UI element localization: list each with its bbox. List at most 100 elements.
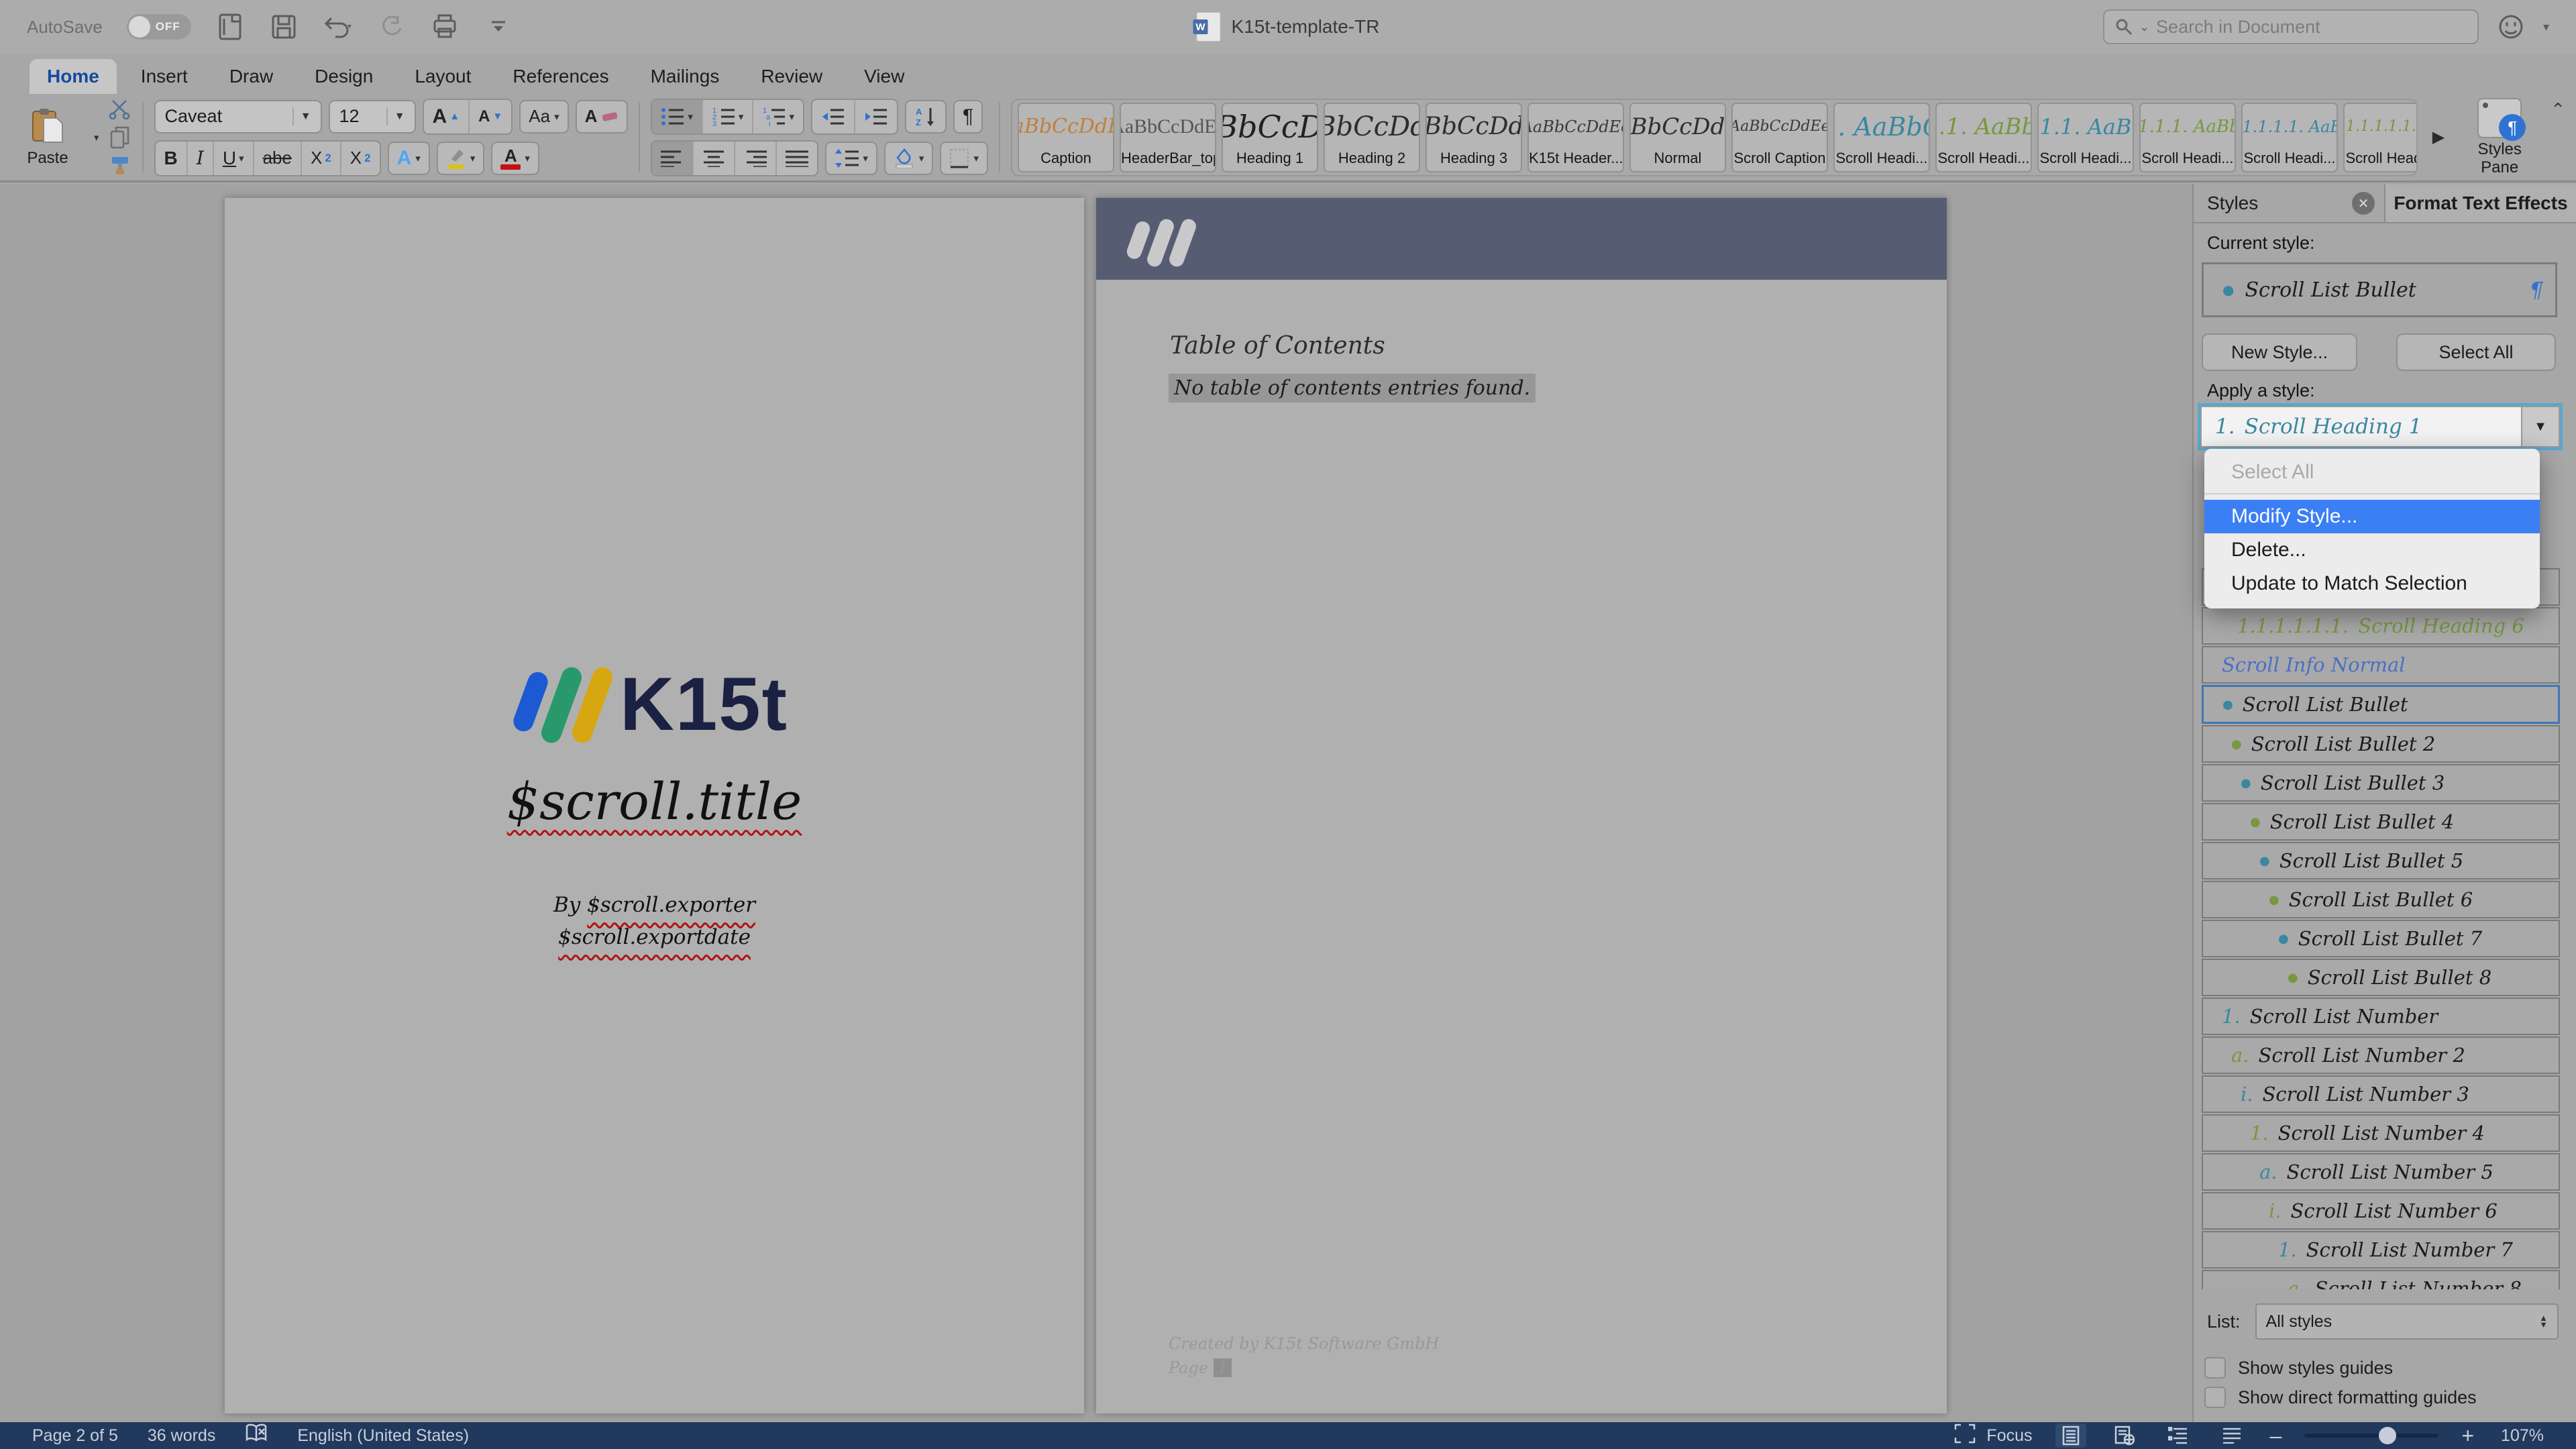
focus-label[interactable]: Focus — [1986, 1426, 2032, 1446]
underline-button[interactable]: U▾ — [214, 142, 254, 175]
gallery-style-item[interactable]: 1.1.1.1.1.1. AaEScroll Headi... — [2343, 103, 2418, 172]
style-list-item[interactable]: ●Scroll List Bullet 3 — [2202, 764, 2560, 802]
zoom-slider[interactable] — [2304, 1434, 2438, 1438]
gallery-style-item[interactable]: AaBbCcDdEeCaption — [1018, 103, 1114, 172]
outline-view-button[interactable] — [2163, 1424, 2194, 1448]
tab-draw[interactable]: Draw — [212, 59, 290, 94]
tab-home[interactable]: Home — [30, 59, 117, 94]
zoom-out-button[interactable]: – — [2270, 1424, 2282, 1448]
document-page-2[interactable]: Table of Contents No table of contents e… — [1096, 198, 1947, 1413]
cover-title-field[interactable]: $scroll.title — [225, 771, 1084, 831]
strikethrough-button[interactable]: abe — [254, 142, 302, 175]
gallery-style-item[interactable]: 1.1.1.1. AaBbCScroll Headi... — [2139, 103, 2236, 172]
draft-view-button[interactable] — [2216, 1424, 2247, 1448]
page-indicator[interactable]: Page 2 of 5 — [32, 1426, 118, 1446]
clear-formatting-button[interactable]: A — [576, 100, 629, 133]
collapse-ribbon-icon[interactable]: ⌃ — [2551, 99, 2565, 120]
new-style-button[interactable]: New Style... — [2202, 333, 2357, 371]
numbered-list-button[interactable]: 123 ▾ — [703, 100, 754, 133]
zoom-in-button[interactable]: + — [2461, 1424, 2474, 1448]
show-paragraph-marks-button[interactable]: ¶ — [953, 100, 983, 133]
tab-review[interactable]: Review — [743, 59, 840, 94]
show-styles-guides-checkbox[interactable] — [2204, 1357, 2226, 1379]
bullet-list-button[interactable]: ▾ — [652, 100, 703, 133]
subscript-button[interactable]: X2 — [302, 142, 341, 175]
print-icon[interactable] — [430, 12, 460, 42]
tab-insert[interactable]: Insert — [123, 59, 205, 94]
toc-heading[interactable]: Table of Contents — [1170, 332, 1385, 360]
language-indicator[interactable]: English (United States) — [297, 1426, 469, 1446]
tab-references[interactable]: References — [495, 59, 626, 94]
copy-icon[interactable] — [110, 126, 130, 149]
tab-mailings[interactable]: Mailings — [633, 59, 737, 94]
apply-style-combo[interactable]: 1. Scroll Heading 1 ▼ — [2200, 406, 2560, 447]
search-input[interactable]: ⌄ Search in Document — [2103, 9, 2479, 44]
style-list-item[interactable]: i.Scroll List Number 6 — [2202, 1192, 2560, 1230]
style-list-item[interactable]: a.Scroll List Number 5 — [2202, 1153, 2560, 1191]
italic-button[interactable]: I — [188, 142, 214, 175]
increase-indent-button[interactable] — [855, 100, 897, 133]
justify-button[interactable] — [777, 142, 817, 175]
borders-button[interactable]: ▾ — [940, 142, 988, 175]
smiley-dropdown-icon[interactable]: ▾ — [2543, 20, 2549, 34]
font-name-dropdown-icon[interactable]: ▼ — [292, 107, 311, 126]
focus-icon[interactable] — [1954, 1424, 1976, 1448]
gallery-expand-icon[interactable]: ▶ — [2428, 127, 2449, 147]
menu-item-modify-style[interactable]: Modify Style... — [2204, 500, 2540, 533]
font-color-button[interactable]: A ▾ — [491, 142, 539, 175]
style-list-item[interactable]: Scroll Info Normal — [2202, 646, 2560, 684]
gallery-style-item[interactable]: AaBbCcDdEeHeading 2 — [1324, 103, 1420, 172]
toc-empty-field[interactable]: No table of contents entries found. — [1169, 374, 1536, 402]
web-layout-view-button[interactable] — [2109, 1424, 2140, 1448]
document-canvas[interactable]: K15t $scroll.title By $scroll.exporter $… — [0, 184, 2192, 1422]
combo-dropdown-icon[interactable]: ▼ — [2521, 407, 2559, 446]
document-page-1[interactable]: K15t $scroll.title By $scroll.exporter $… — [225, 198, 1084, 1413]
customize-toolbar-icon[interactable] — [484, 12, 513, 42]
save-icon[interactable] — [269, 12, 299, 42]
list-filter-select[interactable]: All styles ▲▼ — [2255, 1303, 2559, 1340]
gallery-style-item[interactable]: AaBbCcDdEeHeaderBar_top — [1120, 103, 1216, 172]
bold-button[interactable]: B — [156, 142, 188, 175]
spelling-status-icon[interactable] — [245, 1424, 268, 1448]
gallery-style-item[interactable]: 1. AaBbCScroll Headi... — [1833, 103, 1930, 172]
close-pane-icon[interactable]: ✕ — [2352, 192, 2375, 215]
style-list-item[interactable]: 1.Scroll List Number 4 — [2202, 1114, 2560, 1152]
style-list-item[interactable]: a.Scroll List Number 8 — [2202, 1270, 2560, 1289]
align-right-button[interactable] — [735, 142, 777, 175]
gallery-style-item[interactable]: AaBbCcDdEeNormal — [1629, 103, 1726, 172]
tab-format-text-effects[interactable]: Format Text Effects — [2384, 184, 2576, 222]
tab-styles[interactable]: Styles ✕ — [2194, 192, 2384, 215]
gallery-style-item[interactable]: AaBbCcDdEeScroll Caption — [1731, 103, 1828, 172]
shading-button[interactable]: ▾ — [884, 142, 934, 175]
style-list-item[interactable]: 1.1.1.1.1.1.Scroll Heading 6 — [2202, 607, 2560, 645]
style-list-item[interactable]: ●Scroll List Bullet 7 — [2202, 920, 2560, 957]
redo-button[interactable] — [376, 12, 406, 42]
gallery-style-item[interactable]: 1.1.1. AaBblScroll Headi... — [2037, 103, 2134, 172]
style-list-item[interactable]: ●Scroll List Bullet 8 — [2202, 959, 2560, 996]
gallery-style-item[interactable]: 1.1.1.1.1. AaBbScroll Headi... — [2241, 103, 2338, 172]
style-list-item[interactable]: ●Scroll List Bullet 5 — [2202, 842, 2560, 879]
menu-item-delete[interactable]: Delete... — [2204, 533, 2540, 567]
style-list-item[interactable]: ●Scroll List Bullet — [2202, 685, 2560, 724]
zoom-percentage[interactable]: 107% — [2497, 1426, 2544, 1446]
style-list-item[interactable]: 1.Scroll List Number — [2202, 998, 2560, 1035]
cut-icon[interactable] — [109, 99, 131, 119]
autosave-toggle[interactable]: OFF — [127, 14, 191, 40]
tab-layout[interactable]: Layout — [397, 59, 488, 94]
superscript-button[interactable]: X2 — [341, 142, 380, 175]
text-effects-button[interactable]: A▾ — [388, 142, 430, 175]
align-left-button[interactable] — [652, 142, 694, 175]
word-count[interactable]: 36 words — [148, 1426, 215, 1446]
menu-item-select-all[interactable]: Select All — [2204, 453, 2540, 493]
gallery-style-item[interactable]: AaBbCcDdEeHeading 3 — [1426, 103, 1522, 172]
grow-font-button[interactable]: A▲ — [424, 100, 470, 133]
tab-view[interactable]: View — [847, 59, 922, 94]
font-name-combo[interactable]: Caveat ▼ — [154, 100, 322, 133]
multilevel-list-button[interactable]: 1ai ▾ — [753, 100, 803, 133]
style-list-item[interactable]: ●Scroll List Bullet 2 — [2202, 725, 2560, 763]
shrink-font-button[interactable]: A▼ — [470, 100, 511, 133]
new-document-icon[interactable] — [215, 12, 245, 42]
line-spacing-button[interactable]: ▾ — [825, 142, 877, 175]
style-list-item[interactable]: a.Scroll List Number 2 — [2202, 1036, 2560, 1074]
sort-button[interactable]: AZ — [905, 100, 947, 133]
